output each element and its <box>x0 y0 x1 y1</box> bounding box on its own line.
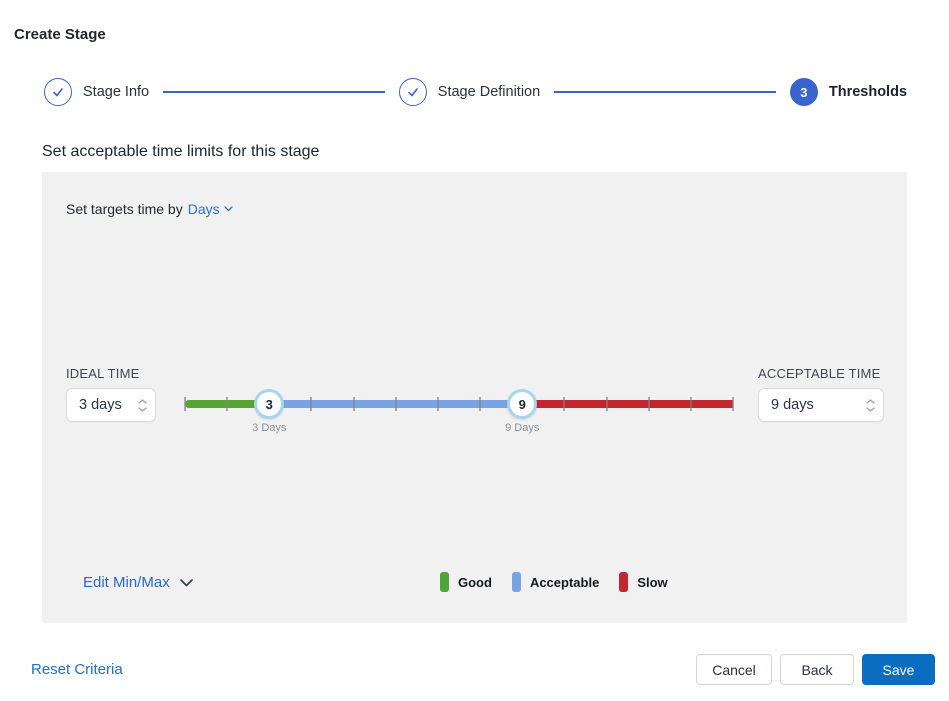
chevron-down-icon <box>224 206 233 212</box>
stepper: Stage Info Stage Definition 3 Thresholds <box>44 78 907 106</box>
step-label: Stage Definition <box>438 84 540 100</box>
chevron-down-icon <box>180 579 193 587</box>
slow-swatch <box>619 572 628 592</box>
acceptable-time-label: ACCEPTABLE TIME <box>758 366 880 381</box>
ideal-time-label: IDEAL TIME <box>66 366 140 381</box>
legend-item-slow: Slow <box>619 572 667 592</box>
step-label: Stage Info <box>83 84 149 100</box>
legend-item-good: Good <box>440 572 492 592</box>
cancel-button[interactable]: Cancel <box>696 654 772 685</box>
page-title: Create Stage <box>14 26 106 43</box>
acceptable-time-input[interactable]: 9 days <box>758 388 884 422</box>
slider-handle[interactable]: 9 <box>507 389 537 419</box>
ideal-time-value: 3 days <box>79 397 122 413</box>
slider-handle[interactable]: 3 <box>254 389 284 419</box>
edit-minmax-link[interactable]: Edit Min/Max <box>83 574 193 591</box>
chevron-down-icon[interactable] <box>866 407 875 412</box>
legend-label: Acceptable <box>530 575 599 590</box>
save-button[interactable]: Save <box>862 654 935 685</box>
create-stage-dialog: Create Stage Stage Info Stage Definition… <box>0 0 949 701</box>
slider-handle-label: 3 Days <box>252 422 286 434</box>
stepper-connector <box>163 91 385 93</box>
step-thresholds[interactable]: 3 Thresholds <box>790 78 907 106</box>
legend: Good Acceptable Slow <box>440 572 668 592</box>
chevron-up-icon[interactable] <box>138 399 147 404</box>
acceptable-swatch <box>512 572 521 592</box>
legend-label: Slow <box>637 575 667 590</box>
slider-segment-slow <box>522 400 733 408</box>
legend-label: Good <box>458 575 492 590</box>
stepper-connector <box>554 91 776 93</box>
chevron-up-icon[interactable] <box>866 399 875 404</box>
step-stage-info[interactable]: Stage Info <box>44 78 149 106</box>
footer-buttons: Cancel Back Save <box>696 654 935 685</box>
edit-minmax-label: Edit Min/Max <box>83 574 170 591</box>
targets-prefix: Set targets time by <box>66 201 183 217</box>
step-number-badge: 3 <box>790 78 818 106</box>
back-button[interactable]: Back <box>780 654 854 685</box>
chevron-down-icon[interactable] <box>138 407 147 412</box>
time-unit-dropdown[interactable]: Days <box>188 201 233 217</box>
reset-criteria-link[interactable]: Reset Criteria <box>31 661 123 678</box>
check-icon <box>399 78 427 106</box>
thresholds-panel: Set targets time by Days IDEAL TIME 3 da… <box>42 172 907 623</box>
section-heading: Set acceptable time limits for this stag… <box>42 143 319 161</box>
ideal-time-stepper <box>138 399 147 412</box>
time-unit-value: Days <box>188 201 220 217</box>
check-icon <box>44 78 72 106</box>
acceptable-time-value: 9 days <box>771 397 814 413</box>
acceptable-time-stepper <box>866 399 875 412</box>
step-label: Thresholds <box>829 84 907 100</box>
ideal-time-input[interactable]: 3 days <box>66 388 156 422</box>
good-swatch <box>440 572 449 592</box>
legend-item-acceptable: Acceptable <box>512 572 599 592</box>
targets-row: Set targets time by Days <box>66 201 233 217</box>
slider-segment-acceptable <box>269 400 522 408</box>
slider: 3 3 Days 9 9 Days <box>185 372 733 436</box>
slider-handle-label: 9 Days <box>505 422 539 434</box>
step-stage-definition[interactable]: Stage Definition <box>399 78 540 106</box>
